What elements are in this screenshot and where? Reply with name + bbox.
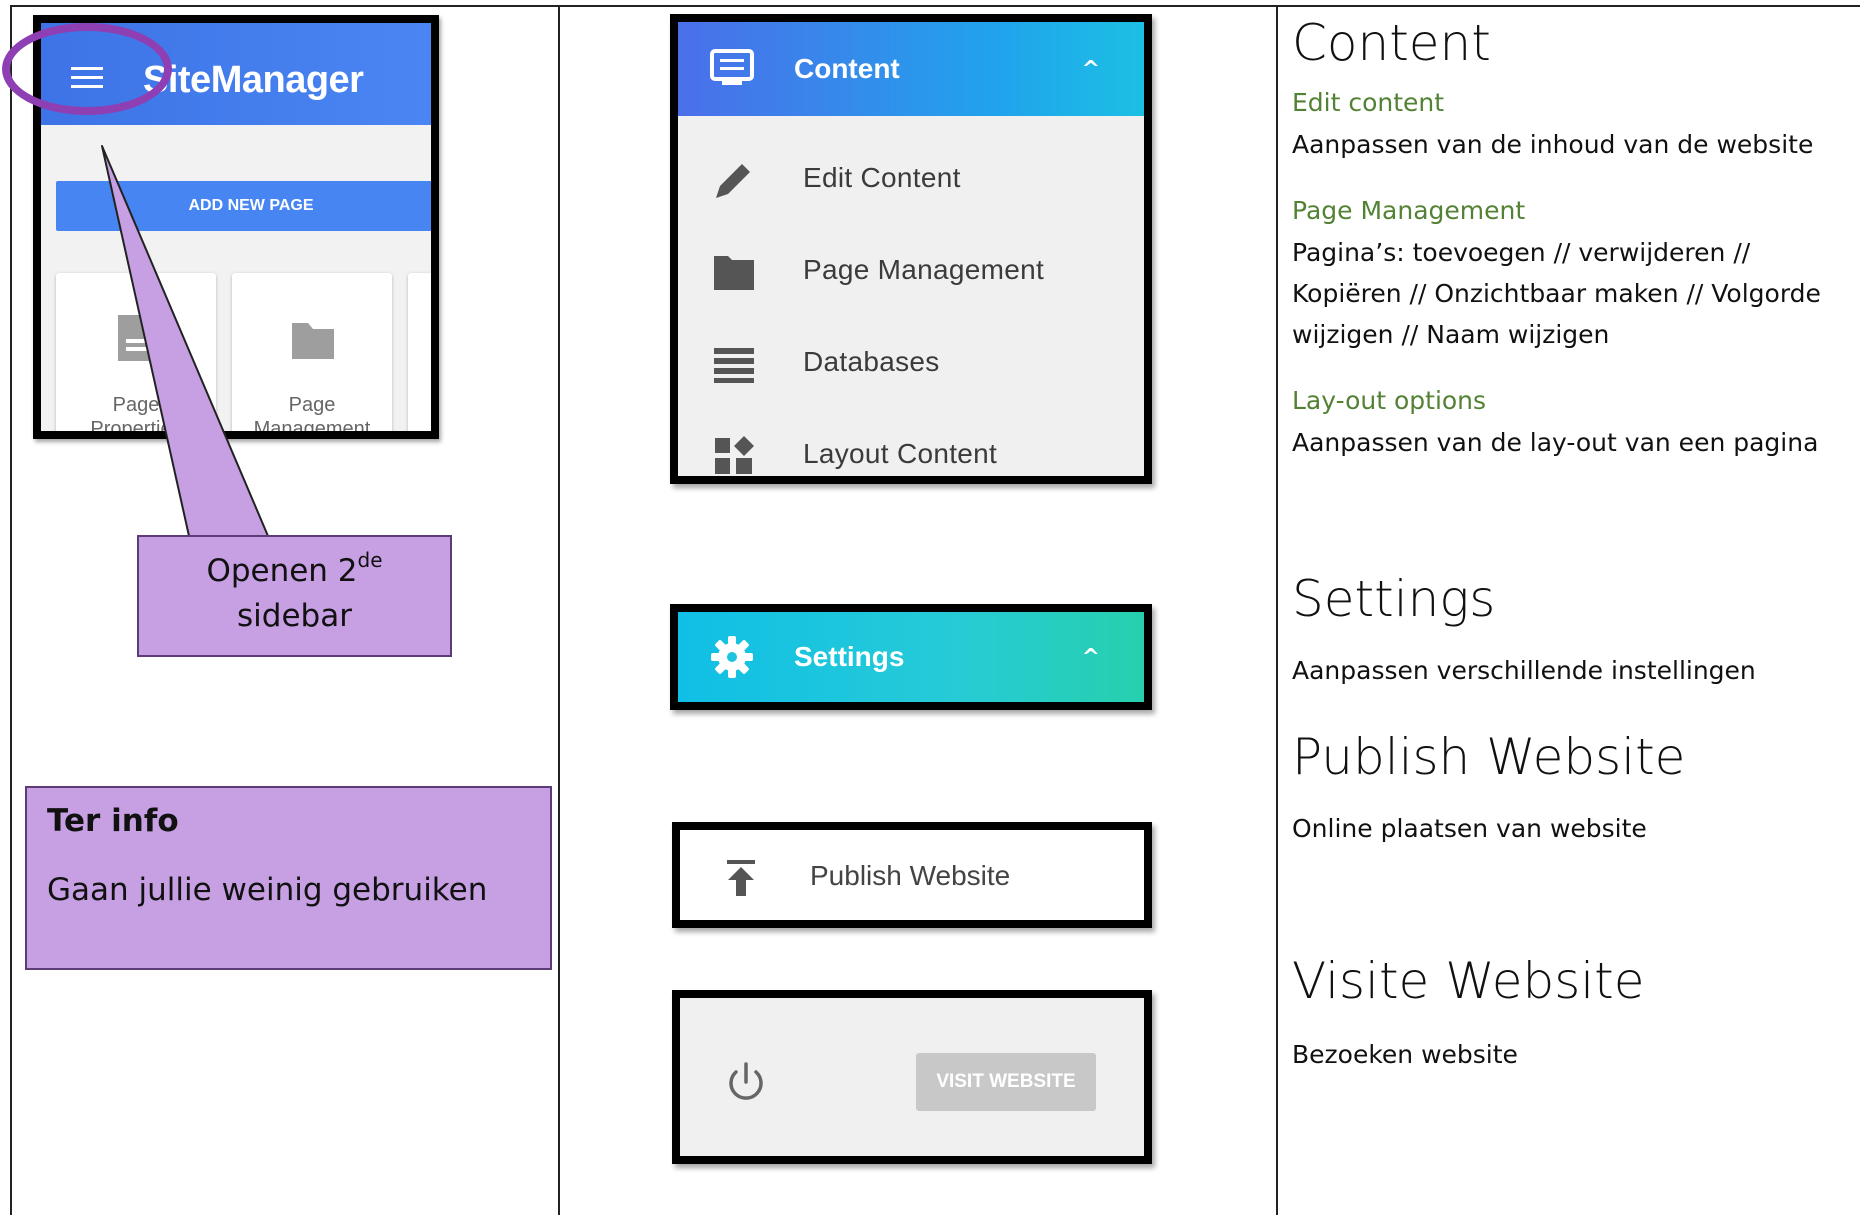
gear-icon [711,636,753,678]
layout-options-subheading: Lay-out options [1292,386,1487,415]
page-management-description: Pagina’s: toevoegen // verwijderen // Ko… [1292,238,1821,349]
settings-menu-screenshot: Settings ^ [670,604,1152,710]
visit-website-screenshot: VISIT WEBSITE [672,990,1152,1164]
info-text: Gaan jullie weinig gebruiken [47,872,488,908]
chevron-up-icon[interactable]: ^ [1082,57,1100,82]
settings-menu-label: Settings [794,641,905,672]
visit-description: Bezoeken website [1292,1040,1518,1069]
menu-item-label: Layout Content [803,438,998,469]
content-menu-label: Content [794,53,900,84]
edit-content-subheading: Edit content [1292,88,1445,117]
upload-icon [727,860,755,896]
content-icon [710,49,754,85]
menu-item-label: Page Management [803,254,1045,285]
content-menu-screenshot: Content ^ Edit Content Page Management D… [670,14,1152,484]
visit-website-button[interactable]: VISIT WEBSITE [916,1053,1096,1111]
chevron-up-icon[interactable]: ^ [1082,645,1100,670]
menu-item-page-management[interactable]: Page Management [678,226,1144,318]
info-title: Ter info [47,803,179,839]
menu-item-layout-content[interactable]: Layout Content [678,410,1144,476]
settings-description: Aanpassen verschillende instellingen [1292,656,1756,685]
page-management-subheading: Page Management [1292,196,1526,225]
content-heading: Content [1292,14,1491,72]
layout-options-description: Aanpassen van de lay-out van een pagina [1292,428,1819,457]
column-divider-2 [1276,5,1278,1215]
folder-icon [714,256,754,290]
list-icon [714,348,754,383]
pencil-icon [716,164,750,198]
edit-content-description: Aanpassen van de inhoud van de website [1292,130,1814,159]
settings-menu-header[interactable]: Settings ^ [678,612,1144,702]
menu-item-edit-content[interactable]: Edit Content [678,134,1144,226]
publish-description: Online plaatsen van website [1292,814,1647,843]
settings-heading: Settings [1292,570,1496,628]
info-box: Ter info Gaan jullie weinig gebruiken [25,786,552,970]
menu-item-label: Edit Content [803,162,961,193]
publish-website-screenshot[interactable]: Publish Website [672,822,1152,928]
menu-item-databases[interactable]: Databases [678,318,1144,410]
power-icon[interactable] [724,1060,768,1104]
widgets-icon [715,436,754,474]
menu-item-label: Databases [803,346,940,377]
visit-heading: Visite Website [1292,952,1645,1010]
callout-box: Openen 2de sidebar [137,535,452,657]
content-menu-header[interactable]: Content ^ [678,22,1144,116]
callout-text: Openen 2de sidebar [206,548,383,634]
publish-website-label: Publish Website [810,860,1011,891]
publish-heading: Publish Website [1292,728,1686,786]
